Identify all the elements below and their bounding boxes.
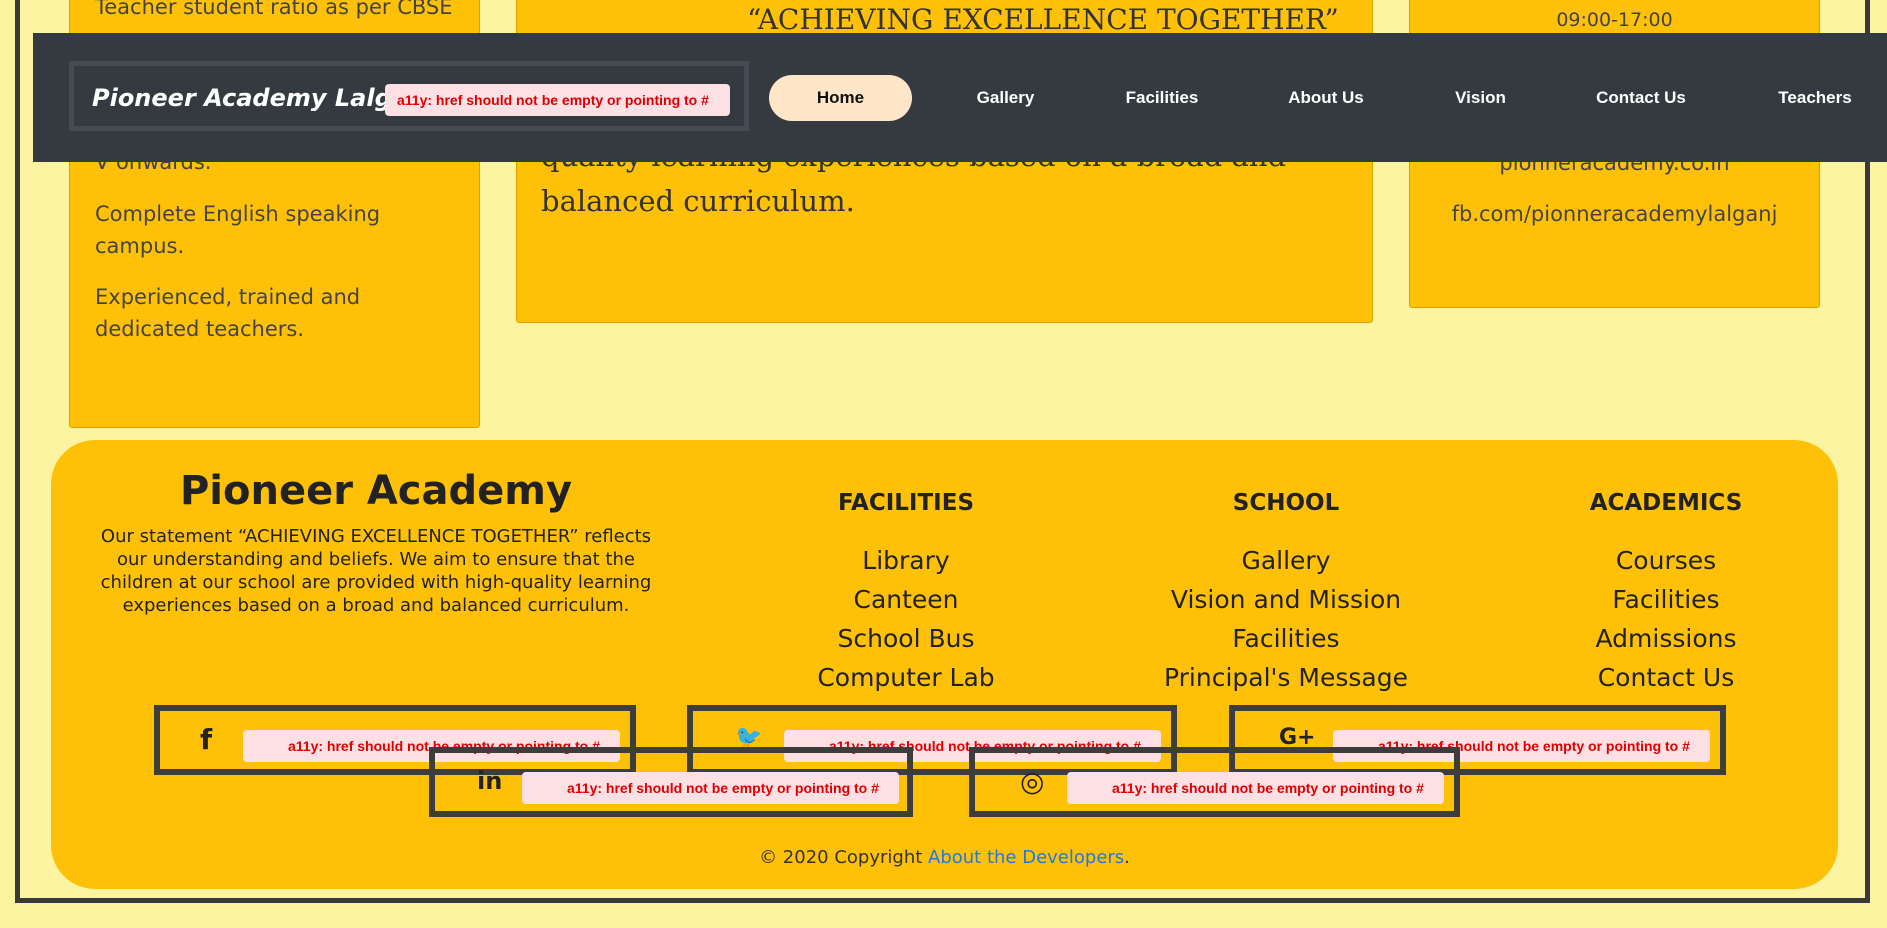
statement-quote: “ACHIEVING EXCELLENCE TOGETHER” [747, 3, 1339, 36]
dribbble-link-box[interactable]: ◎ a11y: href should not be empty or poin… [969, 747, 1460, 817]
footer-link[interactable]: Admissions [1496, 619, 1836, 658]
footer-link[interactable]: Facilities [1116, 619, 1456, 658]
a11y-warning-badge: a11y: href should not be empty or pointi… [1067, 772, 1444, 804]
nav-home[interactable]: Home [769, 75, 912, 121]
navbar: Pioneer Academy Lalganj a11y: href shoul… [33, 33, 1887, 162]
feature-item: Complete English speaking campus. [95, 202, 381, 258]
footer-column-academics: ACADEMICS Courses Facilities Admissions … [1496, 490, 1836, 697]
footer-title: Pioneer Academy [179, 468, 573, 514]
office-hours: 09:00-17:00 [1556, 9, 1673, 31]
linkedin-link-box[interactable]: in a11y: href should not be empty or poi… [429, 747, 913, 817]
footer-column-school: SCHOOL Gallery Vision and Mission Facili… [1116, 490, 1456, 697]
footer: Pioneer Academy Our statement “ACHIEVING… [51, 440, 1838, 889]
feature-item: Teacher student ratio as per CBSE [95, 0, 453, 19]
footer-link[interactable]: Computer Lab [736, 658, 1076, 697]
dribbble-icon[interactable]: ◎ [1020, 765, 1044, 798]
footer-link[interactable]: Gallery [1116, 541, 1456, 580]
column-heading: SCHOOL [1232, 490, 1340, 516]
footer-link[interactable]: Library [736, 541, 1076, 580]
nav-facilities[interactable]: Facilities [1103, 75, 1221, 121]
footer-link[interactable]: Contact Us [1496, 658, 1836, 697]
facebook-icon[interactable]: f [200, 723, 212, 756]
footer-link[interactable]: Courses [1496, 541, 1836, 580]
footer-link[interactable]: Principal's Message [1116, 658, 1456, 697]
nav-vision[interactable]: Vision [1433, 75, 1528, 121]
footer-column-facilities: FACILITIES Library Canteen School Bus Co… [736, 490, 1076, 697]
nav-gallery[interactable]: Gallery [953, 75, 1058, 121]
nav-about-us[interactable]: About Us [1266, 75, 1386, 121]
brand-logo[interactable]: Pioneer Academy Lalganj [92, 84, 433, 112]
a11y-warning-badge: a11y: href should not be empty or pointi… [385, 84, 730, 116]
a11y-warning-badge: a11y: href should not be empty or pointi… [522, 772, 899, 804]
column-heading: FACILITIES [837, 490, 975, 516]
feature-item: Experienced, trained and dedicated teach… [95, 285, 361, 341]
footer-link[interactable]: Vision and Mission [1116, 580, 1456, 619]
nav-teachers[interactable]: Teachers [1755, 75, 1875, 121]
footer-link[interactable]: Facilities [1496, 580, 1836, 619]
footer-link[interactable]: Canteen [736, 580, 1076, 619]
footer-link[interactable]: School Bus [736, 619, 1076, 658]
copyright-text: © 2020 Copyright [759, 847, 929, 868]
copyright: © 2020 Copyright About the Developers. [51, 847, 1838, 868]
nav-contact-us[interactable]: Contact Us [1576, 75, 1706, 121]
facebook-link[interactable]: fb.com/pionneracademylalganj [1410, 202, 1819, 226]
footer-description: Our statement “ACHIEVING EXCELLENCE TOGE… [100, 526, 652, 616]
copyright-suffix: . [1124, 847, 1130, 868]
linkedin-icon[interactable]: in [477, 767, 502, 795]
about-developers-link[interactable]: About the Developers [928, 847, 1124, 868]
brand-box[interactable]: Pioneer Academy Lalganj a11y: href shoul… [69, 61, 749, 131]
column-heading: ACADEMICS [1589, 490, 1743, 516]
